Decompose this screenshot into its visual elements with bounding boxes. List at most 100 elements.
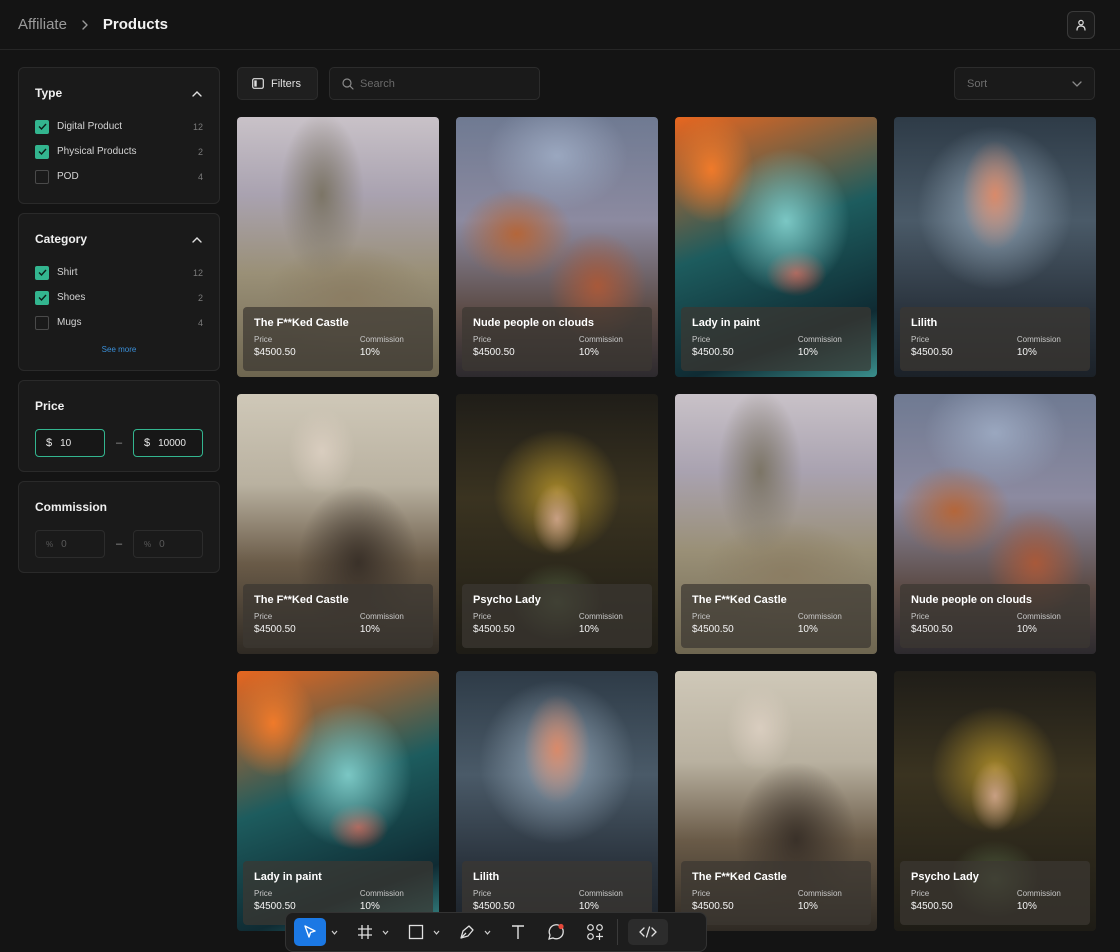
- type-filter-header[interactable]: Type: [35, 84, 203, 102]
- product-price: $4500.50: [692, 624, 734, 635]
- frame-tool-button[interactable]: [353, 918, 377, 946]
- commission-label: Commission: [578, 889, 623, 898]
- product-info-overlay: Nude people on clouds Price $4500.50 Commis…: [462, 307, 652, 371]
- price-max-input[interactable]: $ 10000: [133, 429, 203, 457]
- option-label: Mugs: [57, 317, 82, 328]
- sort-dropdown[interactable]: Sort: [954, 67, 1095, 100]
- product-card[interactable]: Lilith Price $4500.50 Commission 10%: [894, 117, 1096, 377]
- price-label: Price: [473, 612, 492, 621]
- checkbox-shirt[interactable]: [35, 265, 49, 280]
- checkbox-mugs[interactable]: [35, 315, 49, 330]
- check-icon: [38, 269, 47, 276]
- price-min-input[interactable]: $ 10: [35, 429, 105, 457]
- price-label: Price: [911, 612, 930, 621]
- option-label: Shoes: [57, 292, 86, 303]
- commission-min-input[interactable]: % 0: [35, 530, 105, 558]
- text-tool-button[interactable]: [506, 918, 530, 946]
- commission-label: Commission: [1016, 889, 1061, 898]
- see-more-link[interactable]: See more: [35, 345, 203, 354]
- checkbox-shoes[interactable]: [35, 290, 49, 305]
- price-label: Price: [254, 889, 273, 898]
- product-card[interactable]: Lady in paint Price $4500.50 Commission 10%: [237, 671, 439, 931]
- dev-mode-button[interactable]: [628, 919, 668, 945]
- option-label: POD: [57, 171, 79, 182]
- dollar-icon: $: [46, 437, 53, 449]
- price-min-value: 10: [60, 437, 72, 449]
- chevron-up-icon[interactable]: [191, 87, 203, 99]
- type-option-pod[interactable]: POD 4: [35, 164, 203, 189]
- type-filter-title: Type: [35, 86, 63, 100]
- commission-label: Commission: [1016, 612, 1061, 621]
- cursor-arrow-icon: [304, 925, 316, 938]
- type-option-physical-products[interactable]: Physical Products 2: [35, 139, 203, 164]
- chevron-down-icon: [1072, 80, 1082, 87]
- category-option-shoes[interactable]: Shoes 2: [35, 285, 203, 310]
- search-input[interactable]: [360, 77, 520, 90]
- product-price: $4500.50: [911, 347, 953, 358]
- check-icon: [38, 294, 47, 301]
- product-commission: 10%: [578, 901, 599, 912]
- product-card[interactable]: Lilith Price $4500.50 Commission 10%: [456, 671, 658, 931]
- product-info-overlay: Psycho Lady Price $4500.50 Commission 10%: [462, 584, 652, 648]
- commission-label: Commission: [797, 335, 842, 344]
- product-card[interactable]: The F**Ked Castle Price $4500.50 Commission…: [675, 671, 877, 931]
- pen-tool-button[interactable]: [455, 918, 479, 946]
- dock-divider: [617, 919, 618, 945]
- product-card[interactable]: Psycho Lady Price $4500.50 Commission 10%: [894, 671, 1096, 931]
- product-price: $4500.50: [254, 347, 296, 358]
- chevron-up-icon[interactable]: [191, 233, 203, 245]
- search-box[interactable]: [329, 67, 540, 100]
- category-option-mugs[interactable]: Mugs 4: [35, 310, 203, 335]
- product-card[interactable]: Nude people on clouds Price $4500.50 Commis…: [894, 394, 1096, 654]
- option-label: Shirt: [57, 267, 78, 278]
- breadcrumb: Affiliate Products: [18, 16, 168, 33]
- product-title: Nude people on clouds: [473, 317, 595, 329]
- comment-tool-button[interactable]: [543, 918, 569, 946]
- product-card[interactable]: Psycho Lady Price $4500.50 Commission 10%: [456, 394, 658, 654]
- rectangle-tool-button[interactable]: [404, 918, 428, 946]
- checkbox-digital-product[interactable]: [35, 119, 49, 134]
- move-tool-button[interactable]: [294, 918, 326, 946]
- product-title: The F**Ked Castle: [254, 594, 349, 606]
- product-info-overlay: Lilith Price $4500.50 Commission 10%: [900, 307, 1090, 371]
- price-label: Price: [254, 335, 273, 344]
- product-card[interactable]: Nude people on clouds Price $4500.50 Commis…: [456, 117, 658, 377]
- user-account-button[interactable]: [1067, 11, 1095, 39]
- product-info-overlay: The F**Ked Castle Price $4500.50 Commission…: [243, 307, 433, 371]
- pen-nib-icon: [460, 925, 474, 939]
- components-tool-button[interactable]: [582, 918, 608, 946]
- price-label: Price: [911, 889, 930, 898]
- breadcrumb-affiliate[interactable]: Affiliate: [18, 16, 67, 33]
- option-count: 4: [197, 317, 203, 328]
- products-toolbar: Filters Sort: [237, 67, 1095, 100]
- commission-max-input[interactable]: % 0: [133, 530, 203, 558]
- chevron-down-icon[interactable]: [331, 930, 341, 935]
- checkbox-pod[interactable]: [35, 169, 49, 184]
- sort-label: Sort: [967, 77, 988, 90]
- components-icon: [587, 924, 603, 940]
- product-card[interactable]: The F**Ked Castle Price $4500.50 Commission…: [237, 394, 439, 654]
- product-card[interactable]: The F**Ked Castle Price $4500.50 Commission…: [675, 394, 877, 654]
- checkbox-physical-products[interactable]: [35, 144, 49, 159]
- user-icon: [1076, 19, 1086, 31]
- option-label: Digital Product: [57, 121, 123, 132]
- check-icon: [38, 148, 47, 155]
- option-count: 12: [192, 267, 203, 278]
- product-price: $4500.50: [254, 901, 296, 912]
- product-card[interactable]: Lady in paint Price $4500.50 Commission 10%: [675, 117, 877, 377]
- chevron-down-icon[interactable]: [484, 930, 494, 935]
- product-card[interactable]: The F**Ked Castle Price $4500.50 Commission…: [237, 117, 439, 377]
- category-option-shirt[interactable]: Shirt 12: [35, 260, 203, 285]
- text-t-icon: [512, 925, 524, 939]
- filters-button[interactable]: Filters: [237, 67, 318, 100]
- chevron-down-icon[interactable]: [433, 930, 443, 935]
- price-label: Price: [692, 889, 711, 898]
- category-filter-header[interactable]: Category: [35, 230, 203, 248]
- product-title: The F**Ked Castle: [692, 594, 787, 606]
- product-price: $4500.50: [692, 347, 734, 358]
- chevron-down-icon[interactable]: [382, 930, 392, 935]
- product-commission: 10%: [1016, 624, 1037, 635]
- product-commission: 10%: [578, 624, 599, 635]
- top-bar: Affiliate Products: [0, 0, 1120, 50]
- type-option-digital-product[interactable]: Digital Product 12: [35, 114, 203, 139]
